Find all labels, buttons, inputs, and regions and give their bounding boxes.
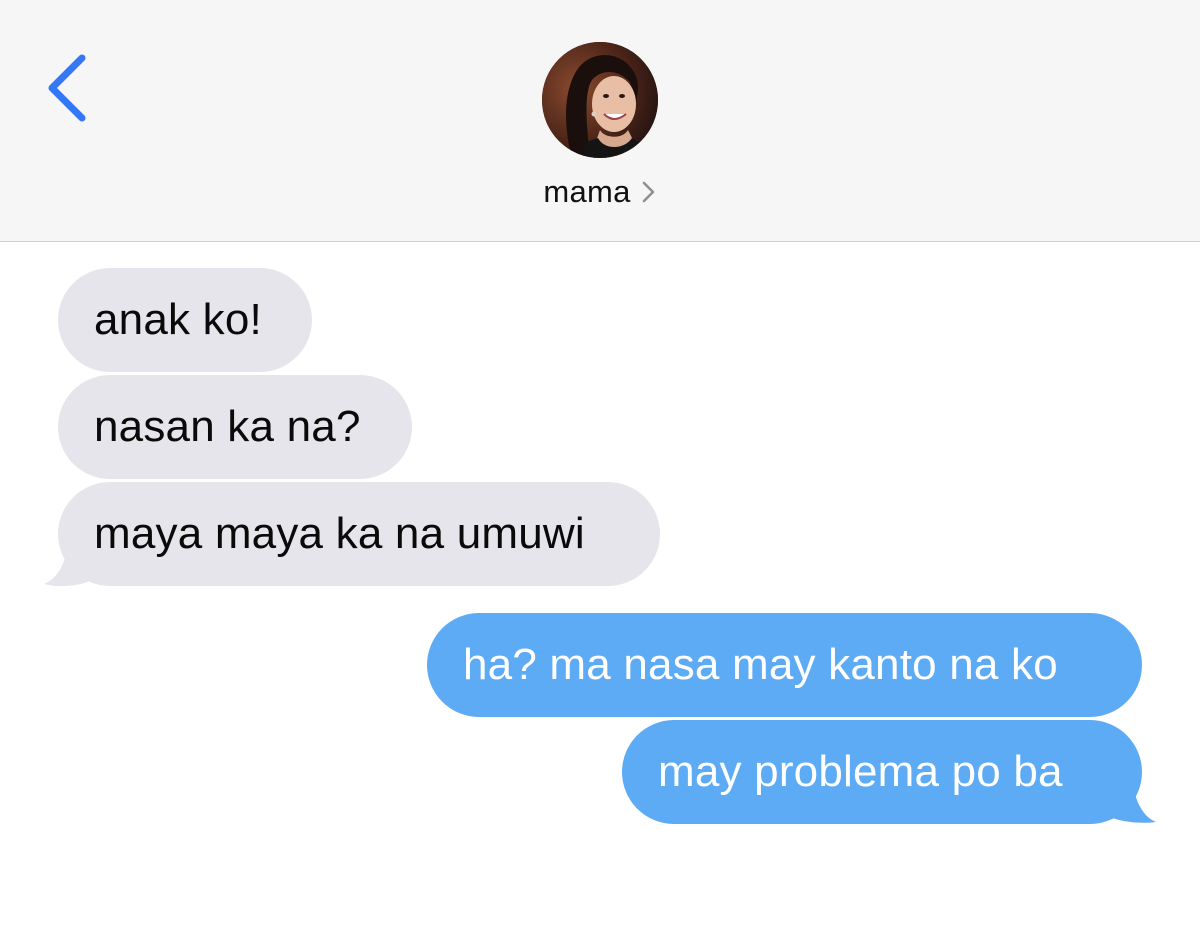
contact-name-button[interactable]: mama [450,170,750,214]
message-bubble-incoming[interactable]: nasan ka na? [58,375,412,479]
message-text: ha? ma nasa may kanto na ko [463,640,1058,689]
message-text: anak ko! [94,295,262,344]
back-button[interactable] [38,50,98,130]
contact-avatar[interactable] [542,42,658,158]
contact-avatar-photo [542,42,658,158]
message-bubble-outgoing[interactable]: may problema po ba [622,720,1142,824]
messages-screen: mama anak ko! nasan ka na? maya maya ka … [0,0,1200,925]
conversation-header: mama [0,0,1200,242]
message-bubble-incoming[interactable]: maya maya ka na umuwi [58,482,660,586]
chevron-left-icon [48,54,86,122]
chevron-right-icon [642,181,654,203]
message-text: nasan ka na? [94,402,361,451]
message-text: may problema po ba [658,747,1063,796]
message-bubble-incoming[interactable]: anak ko! [58,268,312,372]
contact-name: mama [543,174,631,209]
message-bubble-outgoing[interactable]: ha? ma nasa may kanto na ko [427,613,1142,717]
message-text: maya maya ka na umuwi [94,509,585,558]
